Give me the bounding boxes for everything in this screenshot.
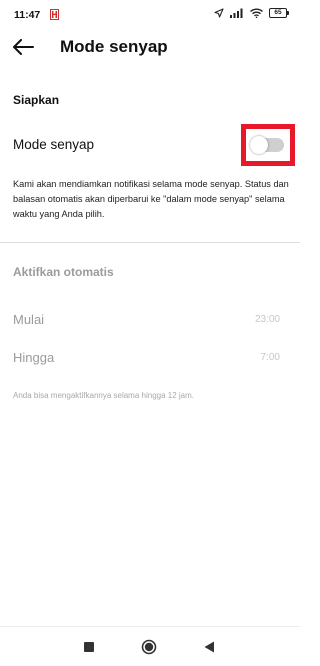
silent-mode-label: Mode senyap: [13, 137, 95, 152]
start-time-value: 23:00: [254, 314, 280, 325]
nav-back-button[interactable]: [201, 639, 217, 655]
start-time-label: Mulai: [13, 312, 45, 327]
location-arrow-icon: [214, 8, 224, 18]
silent-mode-toggle[interactable]: [250, 136, 284, 154]
back-arrow-icon: [13, 39, 34, 55]
wifi-icon: [250, 8, 263, 18]
end-time-label: Hingga: [13, 350, 55, 365]
end-time-value: 7:00: [260, 352, 280, 363]
battery-level: 65: [274, 9, 282, 16]
toggle-knob: [250, 136, 268, 154]
status-time: 11:47: [14, 9, 41, 21]
silent-mode-description: Kami akan mendiamkan notifikasi selama m…: [13, 179, 289, 219]
end-time-row[interactable]: Hingga 7:00: [0, 344, 300, 372]
back-triangle-icon: [204, 641, 214, 653]
app-notification-icon: [50, 9, 59, 20]
signal-icon: [230, 8, 243, 18]
system-nav-bar: [0, 626, 300, 666]
battery-icon: 65: [269, 8, 289, 18]
home-icon: [141, 639, 157, 655]
app-bar: Mode senyap: [0, 30, 300, 64]
auto-section-header: Aktifkan otomatis: [13, 265, 114, 279]
duration-hint: Anda bisa mengaktifkannya selama hingga …: [13, 391, 194, 400]
divider: [0, 242, 300, 243]
status-icons: 65: [214, 8, 289, 18]
recent-apps-icon: [84, 642, 94, 652]
back-button[interactable]: [10, 35, 36, 59]
start-time-row[interactable]: Mulai 23:00: [0, 306, 300, 334]
page-title: Mode senyap: [60, 37, 168, 56]
status-bar: 11:47 65: [0, 0, 300, 30]
home-button[interactable]: [141, 639, 157, 655]
recent-apps-button[interactable]: [81, 639, 97, 655]
setup-section-header: Siapkan: [13, 93, 60, 107]
